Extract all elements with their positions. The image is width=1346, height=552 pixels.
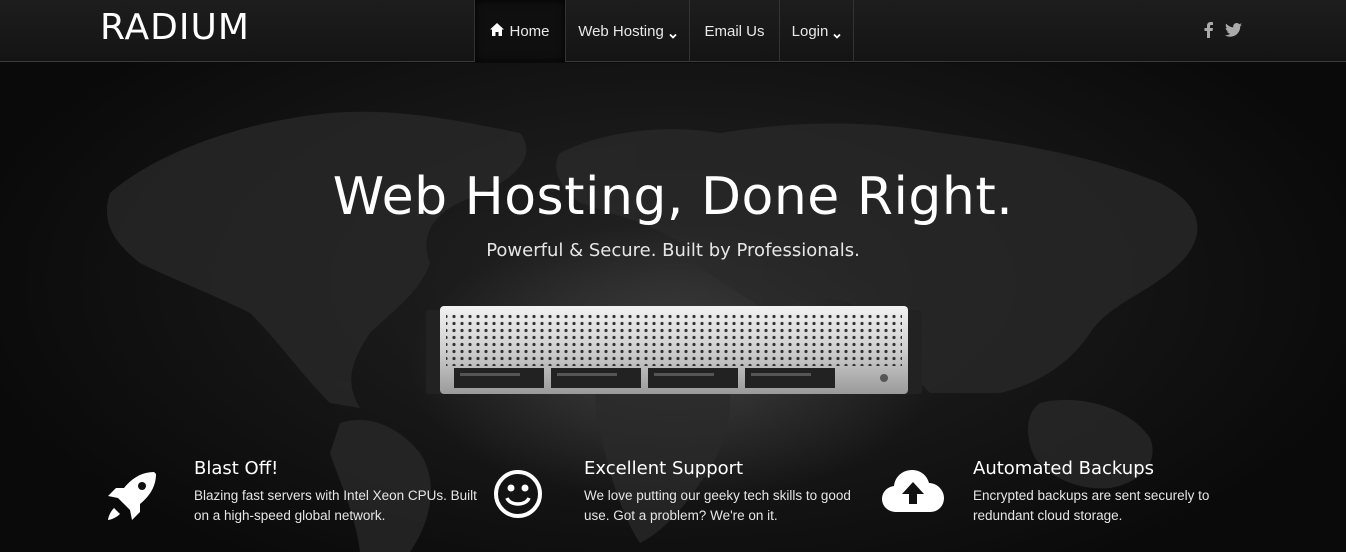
feature-excellent-support: Excellent Support We love putting our ge… <box>492 458 851 528</box>
feature-title: Excellent Support <box>584 458 744 479</box>
feature-text: Blazing fast servers with Intel Xeon CPU… <box>194 488 477 523</box>
chevron-down-icon <box>833 27 841 39</box>
nav-home[interactable]: Home <box>474 0 565 62</box>
server-image <box>426 306 922 394</box>
feature-automated-backups: Automated Backups Encrypted backups are … <box>882 458 1212 528</box>
twitter-icon[interactable] <box>1225 23 1242 42</box>
nav-email-us[interactable]: Email Us <box>689 0 779 62</box>
main-nav: Home Web Hosting Email Us Login <box>474 0 854 62</box>
nav-email-us-label: Email Us <box>704 22 765 40</box>
chevron-down-icon <box>669 27 677 39</box>
cloud-upload-icon <box>882 468 946 524</box>
social-links <box>1204 22 1242 43</box>
hero-section: Web Hosting, Done Right. Powerful & Secu… <box>0 63 1346 552</box>
feature-title: Automated Backups <box>973 458 1154 479</box>
rocket-icon <box>104 468 168 524</box>
facebook-icon[interactable] <box>1204 22 1213 43</box>
logo[interactable]: RADIUM <box>100 8 250 48</box>
top-navbar: RADIUM Home Web Hosting Email Us Login <box>0 0 1346 62</box>
nav-home-label: Home <box>509 22 550 40</box>
nav-web-hosting-label: Web Hosting <box>578 22 664 40</box>
nav-login-label: Login <box>791 22 829 40</box>
feature-blast-off: Blast Off! Blazing fast servers with Int… <box>104 458 477 528</box>
feature-text: We love putting our geeky tech skills to… <box>584 488 851 523</box>
smiley-icon <box>492 468 556 524</box>
hero-subline: Powerful & Secure. Built by Professional… <box>486 240 860 261</box>
hero-headline: Web Hosting, Done Right. <box>332 167 1014 227</box>
home-icon <box>490 22 505 40</box>
nav-login[interactable]: Login <box>779 0 854 62</box>
nav-web-hosting[interactable]: Web Hosting <box>565 0 689 62</box>
feature-title: Blast Off! <box>194 458 279 479</box>
feature-text: Encrypted backups are sent securely to r… <box>973 488 1210 523</box>
